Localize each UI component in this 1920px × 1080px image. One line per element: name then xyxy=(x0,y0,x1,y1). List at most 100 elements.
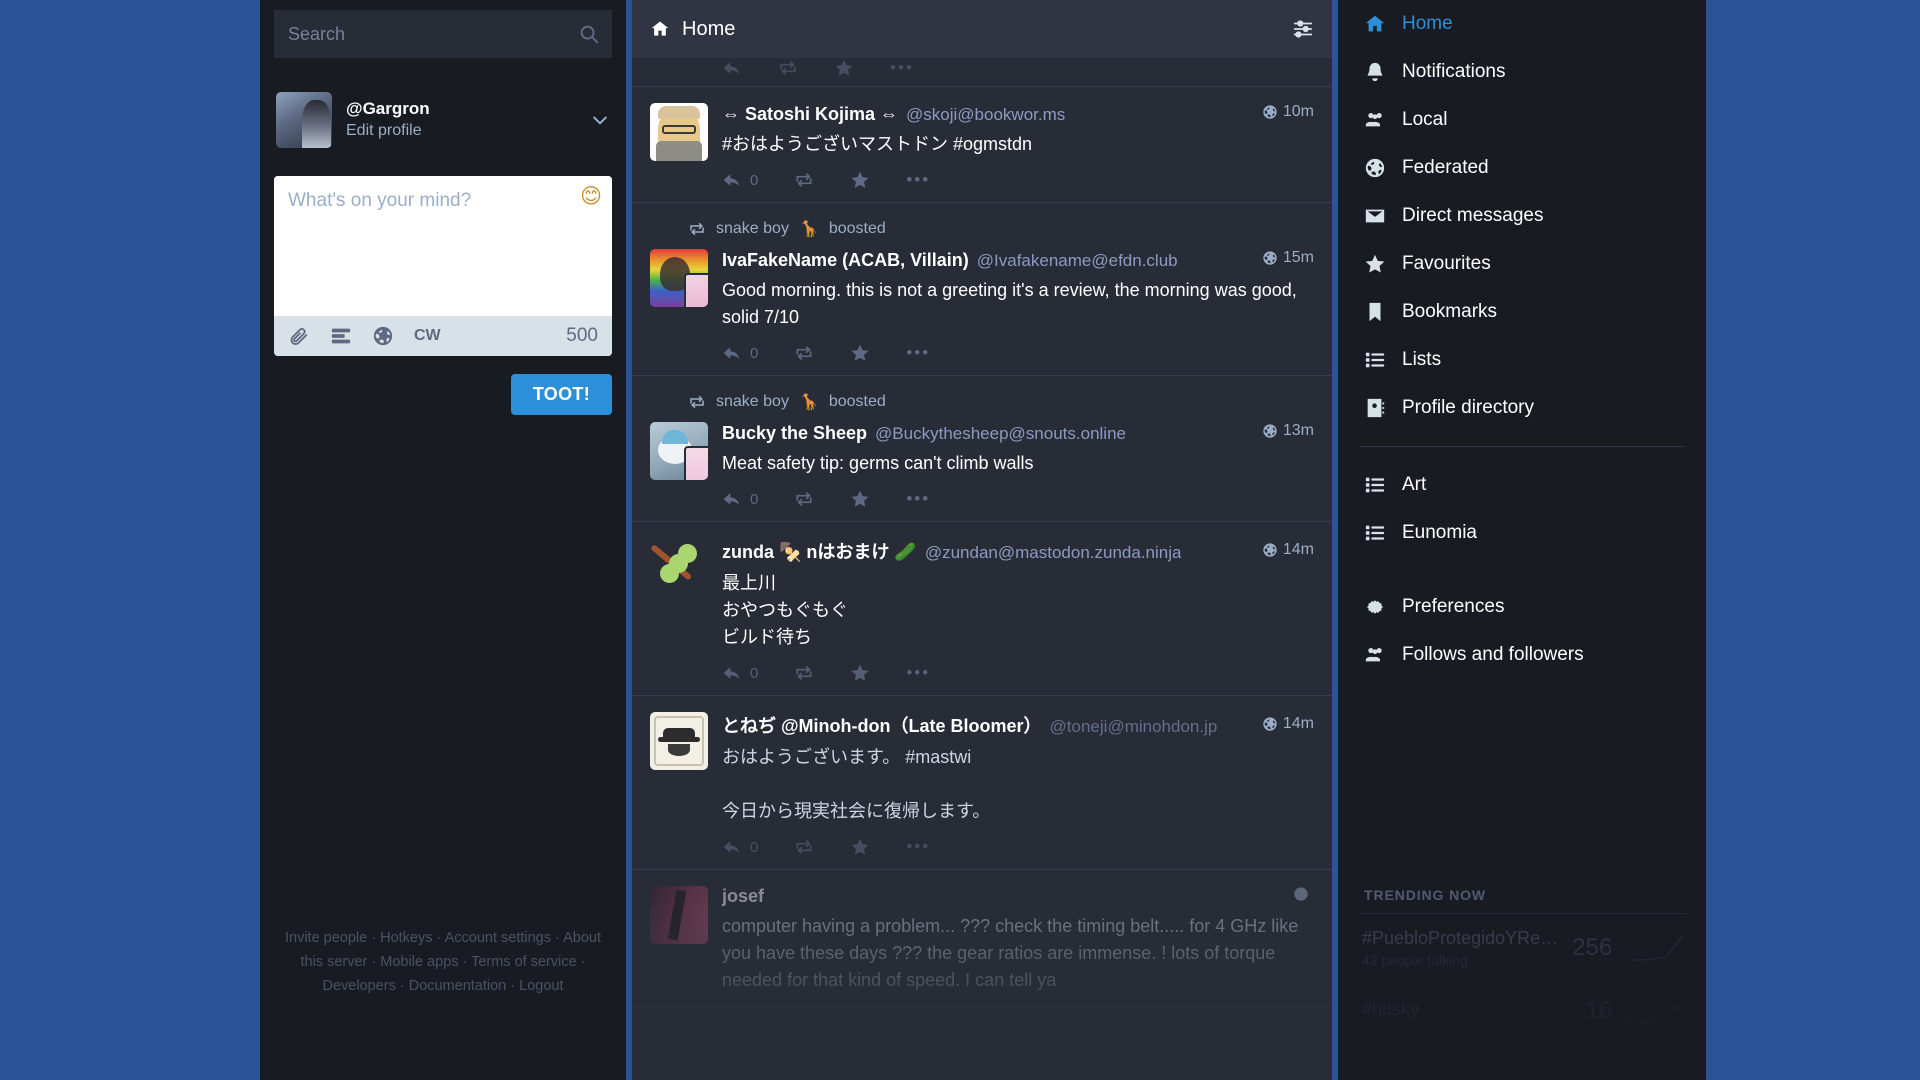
status-item[interactable]: ⇔ Satoshi Kojima ⇔ @skoji@bookwor.ms 10m… xyxy=(632,87,1332,203)
status-item[interactable]: josef computer having a problem... ??? c… xyxy=(632,870,1332,1007)
toot-button[interactable]: TOOT! xyxy=(510,374,612,415)
sidebar-item-home[interactable]: Home xyxy=(1360,0,1706,48)
footer-link-developers[interactable]: Developers xyxy=(322,978,395,994)
trending-item[interactable]: #husky 16 xyxy=(1360,982,1686,1040)
favourite-button[interactable] xyxy=(850,343,870,363)
paperclip-icon[interactable] xyxy=(288,325,310,347)
account-switcher[interactable]: @Gargron Edit profile xyxy=(274,92,612,148)
status-item[interactable]: snake boy 🦒 boosted IvaFakeName (ACAB, V… xyxy=(632,203,1332,376)
trending-count: 16 xyxy=(1585,997,1613,1024)
compose-textarea[interactable]: What's on your mind? 😊 xyxy=(274,176,612,316)
ellipsis-icon[interactable]: ••• xyxy=(906,838,930,855)
footer-link-account-settings[interactable]: Account settings xyxy=(445,930,551,946)
star-icon[interactable] xyxy=(834,58,854,78)
footer-link-mobile-apps[interactable]: Mobile apps xyxy=(380,954,458,970)
boost-button[interactable] xyxy=(794,170,814,190)
status-item[interactable]: ••• xyxy=(632,58,1332,87)
sidebar-item-local[interactable]: Local xyxy=(1360,96,1706,144)
emoji-picker-icon[interactable]: 😊 xyxy=(580,186,602,207)
sidebar-item-preferences[interactable]: Preferences xyxy=(1360,583,1706,631)
avatar[interactable] xyxy=(650,422,708,480)
footer-link-terms[interactable]: Terms of service xyxy=(471,954,577,970)
favourite-button[interactable] xyxy=(850,170,870,190)
favourite-button[interactable] xyxy=(850,663,870,683)
sidebar-item-federated[interactable]: Federated xyxy=(1360,144,1706,192)
display-name[interactable]: zunda 🍢 nはおまけ 🥒 xyxy=(722,538,917,564)
sidebar-item-notifications[interactable]: Notifications xyxy=(1360,48,1706,96)
status-content: IvaFakeName (ACAB, Villain) @Ivafakename… xyxy=(722,249,1314,363)
reply-button[interactable]: 0 xyxy=(722,343,758,363)
sidebar-item-follows-and-followers[interactable]: Follows and followers xyxy=(1360,631,1706,679)
status-text: computer having a problem... ??? check t… xyxy=(722,916,1299,990)
booster-name[interactable]: snake boy xyxy=(716,220,789,238)
reply-icon[interactable] xyxy=(722,58,742,78)
content-warning-button[interactable]: CW xyxy=(414,327,441,345)
reply-button[interactable]: 0 xyxy=(722,170,758,190)
trending-hashtag[interactable]: #husky xyxy=(1362,999,1571,1020)
trending-item[interactable]: #PuebloProtegidoYRe… 42 people talking 2… xyxy=(1360,914,1686,982)
boost-button[interactable] xyxy=(794,663,814,683)
reply-button[interactable]: 0 xyxy=(722,837,758,857)
status-item[interactable]: snake boy 🦒 boosted Bucky the Sheep @Buc… xyxy=(632,376,1332,522)
account-handle[interactable]: @skoji@bookwor.ms xyxy=(906,105,1065,125)
avatar[interactable] xyxy=(650,538,708,596)
favourite-button[interactable] xyxy=(850,489,870,509)
boost-button[interactable] xyxy=(794,343,814,363)
ellipsis-icon[interactable]: ••• xyxy=(906,344,930,361)
sidebar-item-profile-directory[interactable]: Profile directory xyxy=(1360,384,1706,432)
avatar[interactable] xyxy=(650,103,708,161)
footer-link-logout[interactable]: Logout xyxy=(519,978,563,994)
display-name[interactable]: とねぢ @Minoh-don（Late Bloomer） xyxy=(722,712,1042,738)
globe-icon[interactable] xyxy=(372,325,394,347)
status-meta: IvaFakeName (ACAB, Villain) @Ivafakename… xyxy=(722,249,1314,271)
status-item[interactable]: zunda 🍢 nはおまけ 🥒 @zundan@mastodon.zunda.n… xyxy=(632,522,1332,696)
sidebar-item-list-eunomia[interactable]: Eunomia xyxy=(1360,509,1706,557)
display-name[interactable]: IvaFakeName (ACAB, Villain) xyxy=(722,250,969,271)
avatar[interactable] xyxy=(650,886,708,944)
timestamp: 14m xyxy=(1252,541,1314,559)
poll-icon[interactable] xyxy=(330,325,352,347)
ellipsis-icon[interactable]: ••• xyxy=(906,171,930,188)
sidebar-item-bookmarks[interactable]: Bookmarks xyxy=(1360,288,1706,336)
avatar[interactable] xyxy=(650,712,708,770)
boost-icon[interactable] xyxy=(778,58,798,78)
list-icon xyxy=(1364,522,1386,544)
display-name[interactable]: Bucky the Sheep xyxy=(722,423,867,444)
sidebar-item-direct-messages[interactable]: Direct messages xyxy=(1360,192,1706,240)
sidebar-item-list-art[interactable]: Art xyxy=(1360,461,1706,509)
footer-link-invite[interactable]: Invite people xyxy=(285,930,367,946)
ellipsis-icon[interactable]: ••• xyxy=(890,59,914,76)
footer-link-hotkeys[interactable]: Hotkeys xyxy=(380,930,432,946)
sidebar-item-favourites[interactable]: Favourites xyxy=(1360,240,1706,288)
edit-profile-link[interactable]: Edit profile xyxy=(346,120,590,142)
account-handle[interactable]: @zundan@mastodon.zunda.ninja xyxy=(925,543,1182,563)
ellipsis-icon[interactable]: ••• xyxy=(906,490,930,507)
star-icon xyxy=(851,838,869,855)
search-icon[interactable] xyxy=(578,23,600,45)
status-actions: 0 ••• xyxy=(722,343,1314,363)
booster-name[interactable]: snake boy xyxy=(716,393,789,411)
reply-button[interactable]: 0 xyxy=(722,663,758,683)
avatar[interactable] xyxy=(650,249,708,307)
account-handle[interactable]: @Buckythesheep@snouts.online xyxy=(875,424,1126,444)
account-info: @Gargron Edit profile xyxy=(346,98,590,142)
display-name[interactable]: ⇔ Satoshi Kojima ⇔ xyxy=(722,104,898,125)
trending-hashtag[interactable]: #PuebloProtegidoYRe… xyxy=(1362,928,1558,949)
account-handle[interactable]: @Ivafakename@efdn.club xyxy=(977,251,1178,271)
sliders-icon[interactable] xyxy=(1292,18,1314,40)
chevron-down-icon[interactable] xyxy=(590,110,610,130)
search-input[interactable] xyxy=(274,10,612,58)
ellipsis-icon[interactable]: ••• xyxy=(906,664,930,681)
timestamp-text: 14m xyxy=(1282,715,1314,732)
boost-icon xyxy=(796,173,812,187)
reply-button[interactable]: 0 xyxy=(722,489,758,509)
boost-button[interactable] xyxy=(794,489,814,509)
footer-link-documentation[interactable]: Documentation xyxy=(409,978,507,994)
favourite-button[interactable] xyxy=(850,837,870,857)
sidebar-item-lists[interactable]: Lists xyxy=(1360,336,1706,384)
avatar[interactable] xyxy=(276,92,332,148)
display-name[interactable]: josef xyxy=(722,886,764,907)
account-handle[interactable]: @toneji@minohdon.jp xyxy=(1050,717,1218,737)
boost-button[interactable] xyxy=(794,837,814,857)
status-item[interactable]: とねぢ @Minoh-don（Late Bloomer） @toneji@min… xyxy=(632,696,1332,870)
